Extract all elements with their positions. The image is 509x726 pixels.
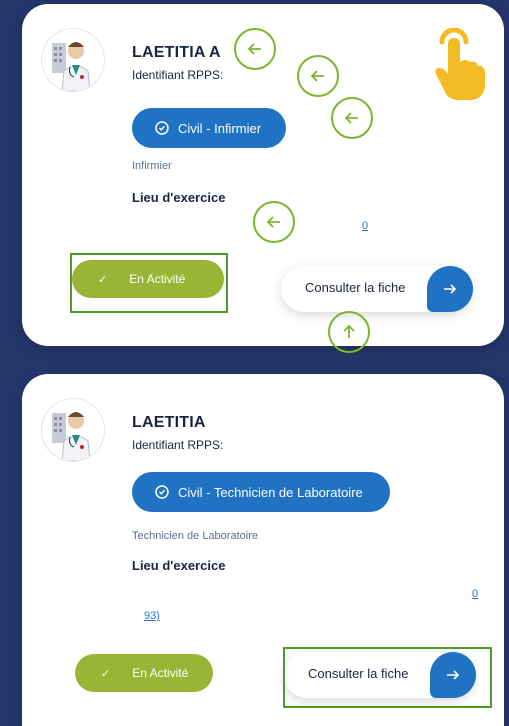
consult-button[interactable]: Consulter la fiche bbox=[281, 266, 473, 312]
doctor-avatar bbox=[41, 398, 105, 462]
highlight-consult-box bbox=[283, 647, 492, 708]
practitioner-name: LAETITIA A bbox=[132, 44, 221, 61]
rpps-label: Identifiant RPPS: bbox=[132, 438, 224, 452]
practitioner-name: LAETITIA bbox=[132, 414, 206, 431]
profession-label: Infirmier bbox=[132, 160, 172, 172]
arrow-left-icon bbox=[297, 55, 339, 97]
specialty-label: Civil - Technicien de Laboratoire bbox=[178, 484, 363, 500]
address-link-secondary[interactable]: 93) bbox=[144, 610, 160, 622]
profession-label: Technicien de Laboratoire bbox=[132, 530, 258, 542]
address-link[interactable]: 0 bbox=[472, 588, 478, 600]
doctor-avatar bbox=[41, 28, 105, 92]
highlight-status-box bbox=[70, 253, 228, 313]
doctor-icon bbox=[52, 412, 91, 461]
arrow-left-icon bbox=[234, 28, 276, 70]
address-link[interactable]: 0 bbox=[362, 220, 368, 232]
consult-label: Consulter la fiche bbox=[305, 280, 406, 295]
rpps-label: Identifiant RPPS: bbox=[132, 68, 224, 82]
tap-hand-icon bbox=[435, 28, 485, 100]
check-icon: ✓ bbox=[101, 667, 111, 680]
specialty-button[interactable]: Civil - Infirmier bbox=[132, 108, 286, 148]
arrow-left-icon bbox=[253, 201, 295, 243]
arrow-right-icon bbox=[427, 266, 473, 312]
status-badge: ✓ En Activité bbox=[75, 654, 213, 692]
lieu-exercice-label: Lieu d'exercice bbox=[132, 558, 226, 573]
lieu-exercice-label: Lieu d'exercice bbox=[132, 190, 226, 205]
arrow-left-icon bbox=[331, 97, 373, 139]
status-label: En Activité bbox=[132, 666, 189, 680]
search-badge-icon bbox=[155, 121, 169, 135]
search-badge-icon bbox=[155, 485, 169, 499]
specialty-label: Civil - Infirmier bbox=[178, 120, 262, 136]
arrow-up-icon bbox=[328, 311, 370, 353]
specialty-button[interactable]: Civil - Technicien de Laboratoire bbox=[132, 472, 390, 512]
doctor-icon bbox=[52, 42, 91, 91]
